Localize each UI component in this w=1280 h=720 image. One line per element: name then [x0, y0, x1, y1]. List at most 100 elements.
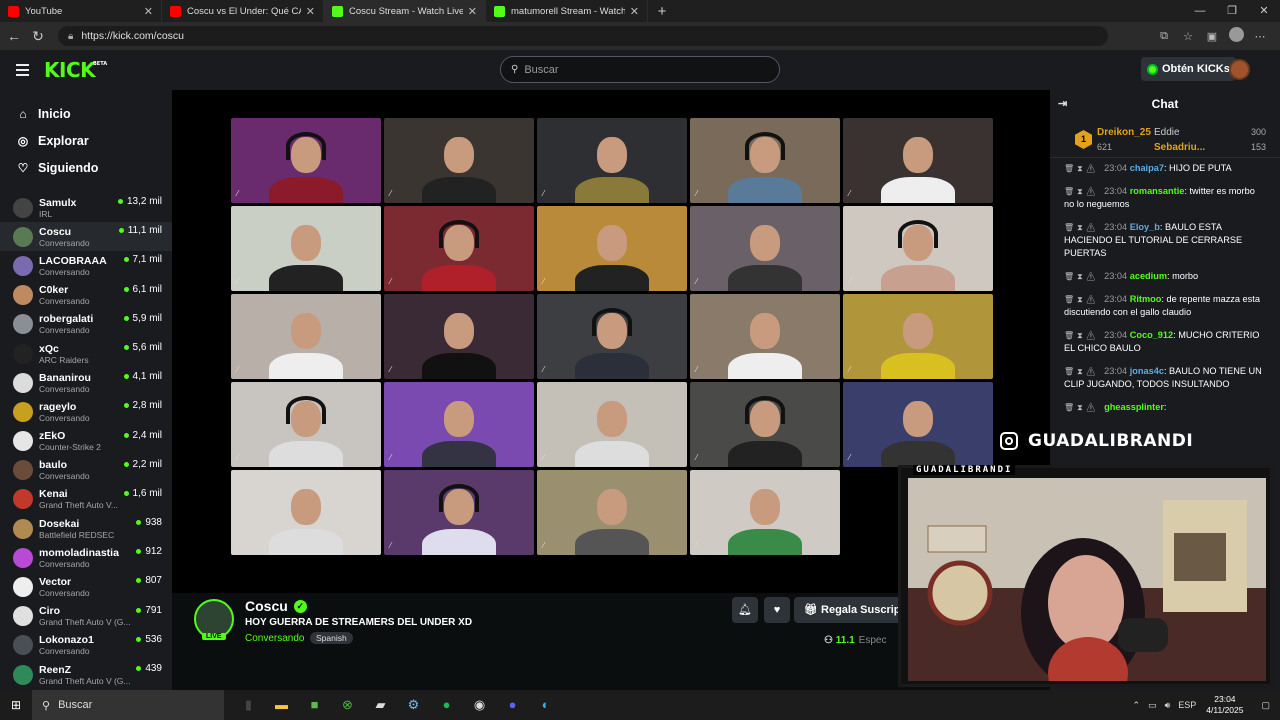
chat-message[interactable]: 🗑⧗⚠ 23:04 chaipa7: HIJO DE PUTA — [1064, 162, 1266, 175]
spotify-icon[interactable]: ● — [430, 697, 463, 713]
leader-name[interactable]: Dreikon_25 — [1097, 127, 1151, 138]
gift-sub-button[interactable]: 🎁︎ Regala Suscrip — [794, 597, 904, 623]
get-kicks-button[interactable]: Obtén KICKs — [1141, 57, 1236, 81]
chat-message[interactable]: 🗑⧗⚠ 23:04 Ritmoo: de repente mazza esta … — [1064, 293, 1266, 319]
mod-actions-icon[interactable]: 🗑⧗⚠ — [1064, 331, 1104, 340]
chat-username[interactable]: chaipa7 — [1130, 163, 1164, 173]
windows-start-icon[interactable]: ⊞ — [0, 698, 32, 712]
user-avatar[interactable] — [1229, 59, 1250, 80]
sidebar-channel[interactable]: Coscu Conversando 11,1 mil — [0, 222, 172, 252]
sidebar-channel[interactable]: Ciro Grand Theft Auto V (G... 791 — [0, 602, 172, 631]
chat-message[interactable]: 🗑⧗⚠ 23:04 acedium: morbo — [1064, 270, 1266, 283]
close-icon[interactable]: ✕ — [468, 5, 477, 18]
favorites-icon[interactable]: ☆ — [1176, 30, 1200, 43]
streamer-name[interactable]: Coscu ✓ — [245, 598, 307, 614]
extensions-icon[interactable]: ⧉ — [1152, 30, 1176, 43]
leader-name[interactable]: Sebadriu... — [1154, 142, 1205, 153]
back-icon[interactable]: ← — [2, 28, 26, 44]
browser-tab[interactable]: Coscu vs El Under: Qué CARAJOS✕ — [162, 0, 324, 22]
mod-actions-icon[interactable]: 🗑⧗⚠ — [1064, 272, 1104, 281]
nav-home[interactable]: ⌂ Inicio — [0, 100, 172, 127]
leader-name[interactable]: Eddie — [1154, 127, 1180, 138]
sidebar-channel[interactable]: zEkO Counter-Strike 2 2,4 mil — [0, 427, 172, 456]
mod-actions-icon[interactable]: 🗑⧗⚠ — [1064, 223, 1104, 232]
chat-message[interactable]: 🗑⧗⚠ 23:04 romansantie: twitter es morbo … — [1064, 185, 1266, 211]
chat-username[interactable]: Coco_912 — [1130, 330, 1173, 340]
more-icon[interactable]: ⋯ — [1248, 30, 1272, 43]
chevron-up-icon[interactable]: ⌃ — [1133, 700, 1141, 711]
collapse-chat-icon[interactable]: ⇥ — [1058, 97, 1067, 110]
follow-button[interactable]: ♥ — [764, 597, 790, 623]
file-explorer-icon[interactable]: ▬ — [265, 697, 298, 713]
url-field[interactable]: 🔒︎ https://kick.com/coscu — [58, 26, 1108, 46]
sidebar-channel[interactable]: Bananirou Conversando 4,1 mil — [0, 368, 172, 397]
close-icon[interactable]: ✕ — [306, 5, 315, 18]
chat-message[interactable]: 🗑⧗⚠ 23:04 jonas4c: BAULO NO TIENE UN CLI… — [1064, 365, 1266, 391]
minecraft-icon[interactable]: ■ — [298, 697, 331, 713]
restore-icon[interactable]: ❐ — [1216, 0, 1248, 22]
sidebar-channel[interactable]: xQc ARC Raiders 5,6 mil — [0, 339, 172, 368]
chat-username[interactable]: romansantie — [1130, 186, 1185, 196]
close-icon[interactable]: ✕ — [144, 5, 153, 18]
obs-icon[interactable]: ◉ — [463, 697, 496, 713]
profile-icon[interactable] — [1224, 27, 1248, 45]
sidebar-channel[interactable]: LACOBRAAA Conversando 7,1 mil — [0, 251, 172, 280]
channel-category: Grand Theft Auto V (G... — [39, 675, 131, 686]
sidebar-channel[interactable]: ReenZ Grand Theft Auto V (G... 439 — [0, 660, 172, 689]
sidebar-channel[interactable]: Kenai Grand Theft Auto V... 1,6 mil — [0, 485, 172, 514]
browser-tab-active[interactable]: Coscu Stream - Watch Live on✕ — [324, 0, 486, 22]
sidebar-channel[interactable]: momoladinastia Conversando 912 — [0, 543, 172, 572]
sidebar-channel[interactable]: Samulx IRL 13,2 mil — [0, 193, 172, 222]
mod-actions-icon[interactable]: 🗑⧗⚠ — [1064, 403, 1104, 412]
chat-username[interactable]: Eloy_b — [1130, 222, 1160, 232]
language-tag[interactable]: Spanish — [310, 632, 353, 644]
language-indicator[interactable]: ESP — [1178, 700, 1196, 710]
chat-message[interactable]: 🗑⧗⚠ 23:04 Eloy_b: BAULO ESTA HACIENDO EL… — [1064, 221, 1266, 260]
discord-icon[interactable]: ● — [496, 697, 529, 713]
close-icon[interactable]: ✕ — [630, 5, 639, 18]
close-window-icon[interactable]: ✕ — [1248, 0, 1280, 22]
taskbar-search[interactable]: ⚲ Buscar — [32, 690, 224, 720]
volume-icon[interactable]: 🔊︎ — [1165, 700, 1171, 711]
task-view-icon[interactable]: ▮ — [232, 697, 265, 713]
mod-actions-icon[interactable]: 🗑⧗⚠ — [1064, 187, 1104, 196]
sidebar-channel[interactable]: Vector Conversando 807 — [0, 572, 172, 601]
mod-actions-icon[interactable]: 🗑⧗⚠ — [1064, 164, 1104, 173]
collections-icon[interactable]: ▣ — [1200, 30, 1224, 43]
clock[interactable]: 23:04 4/11/2025 — [1206, 694, 1243, 716]
menu-icon[interactable] — [16, 64, 36, 76]
stream-category[interactable]: Conversando — [245, 633, 304, 644]
kick-logo[interactable]: KICK BETA — [44, 58, 107, 82]
sidebar-channel[interactable]: rageylo Conversando 2,8 mil — [0, 397, 172, 426]
new-tab-button[interactable]: + — [648, 3, 676, 20]
nav-explore[interactable]: ◎ Explorar — [0, 127, 172, 154]
nav-following[interactable]: ♡ Siguiendo — [0, 154, 172, 181]
notification-icon[interactable]: ▢ — [1261, 700, 1270, 711]
epic-games-icon[interactable]: ▰ — [364, 697, 397, 713]
sidebar-channel[interactable]: robergalati Conversando 5,9 mil — [0, 310, 172, 339]
channel-viewers: 4,1 mil — [123, 371, 162, 382]
browser-tab[interactable]: matumorell Stream - Watch ✕ — [486, 0, 648, 22]
chat-message[interactable]: 🗑⧗⚠ gheassplinter: — [1064, 401, 1266, 414]
reload-icon[interactable]: ↻ — [26, 28, 50, 45]
browser-tab[interactable]: YouTube ✕ — [0, 0, 162, 22]
edge-icon[interactable]: ◐ — [529, 697, 562, 713]
sidebar-channel[interactable]: Dosekai Battlefield REDSEC 938 — [0, 514, 172, 543]
xbox-icon[interactable]: ⊗ — [331, 697, 364, 713]
search-input[interactable]: ⚲ Buscar — [500, 56, 780, 83]
steam-icon[interactable]: ⚙ — [397, 697, 430, 713]
chat-username[interactable]: jonas4c — [1130, 366, 1164, 376]
notification-button[interactable]: 🔔︎ — [732, 597, 758, 623]
mod-actions-icon[interactable]: 🗑⧗⚠ — [1064, 367, 1104, 376]
chat-username[interactable]: acedium — [1130, 271, 1167, 281]
chat-username[interactable]: gheassplinter — [1104, 402, 1164, 412]
chat-username[interactable]: Ritmoo — [1130, 294, 1162, 304]
mod-actions-icon[interactable]: 🗑⧗⚠ — [1064, 295, 1104, 304]
chat-message[interactable]: 🗑⧗⚠ 23:04 Coco_912: MUCHO CRITERIO EL CH… — [1064, 329, 1266, 355]
sidebar-channel[interactable]: baulo Conversando 2,2 mil — [0, 456, 172, 485]
sidebar-channel[interactable]: Lokonazo1 Conversando 536 — [0, 631, 172, 660]
sidebar-channel[interactable]: C0ker Conversando 6,1 mil — [0, 281, 172, 310]
call-grid: ⁄ ⁄ ⁄ ⁄ ⁄ ⁄ ⁄ ⁄ ⁄ ⁄ ⁄ ⁄ ⁄ ⁄ ⁄ ⁄ ⁄ ⁄ ⁄ ⁄ ⁄ ⁄ ⁄ ⁄ — [231, 118, 993, 555]
minimize-icon[interactable]: — — [1184, 0, 1216, 22]
network-icon[interactable]: ▭ — [1148, 700, 1157, 711]
